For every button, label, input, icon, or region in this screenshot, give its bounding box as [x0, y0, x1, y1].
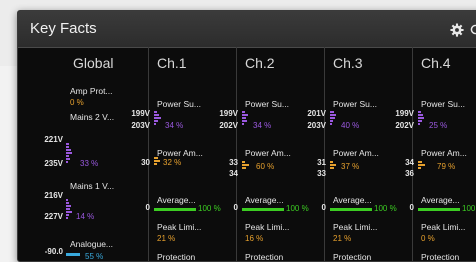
- ch2-ps-histogram: [242, 111, 248, 126]
- mains2-scale-bottom: 235V: [44, 159, 63, 168]
- key-facts-panel: Key Facts Global Amp Prot... 0 % Mains 2…: [17, 10, 476, 262]
- ch4-power-supply-label: Power Su...: [421, 99, 465, 109]
- ch2-peak-limit-value: 16 %: [245, 234, 264, 243]
- ch2-ps-value: 34 %: [253, 121, 272, 130]
- mains2-scale-top: 221V: [44, 135, 63, 144]
- ch4-ps-scale-top: 199V: [395, 109, 414, 118]
- ch4-ps-histogram: [418, 111, 424, 126]
- ch2-peak-limit-label: Peak Limi...: [245, 222, 290, 232]
- ch3-power-supply-label: Power Su...: [333, 99, 377, 109]
- column-divider: [324, 47, 325, 261]
- ch1-average-scale: 0: [145, 203, 150, 212]
- ch1-pa-scale-top: 30: [141, 158, 150, 167]
- ch3-pa-scale-bottom: 33: [317, 169, 326, 178]
- refresh-icon[interactable]: [469, 23, 476, 36]
- ch2-pa-scale-bottom: 34: [229, 169, 238, 178]
- ch2-pa-value: 60 %: [256, 162, 275, 171]
- amp-prot-value: 0 %: [70, 98, 84, 107]
- mains1-value: 14 %: [76, 212, 95, 221]
- ch2-power-supply-label: Power Su...: [245, 99, 289, 109]
- channel-column-2: Ch.2 Power Su... 199V 202V 34 % Power Am…: [219, 47, 324, 262]
- ch2-power-amp-label: Power Am...: [245, 148, 291, 158]
- ch4-average-label: Average...: [421, 195, 460, 205]
- analogue-value: 55 %: [85, 252, 104, 261]
- ch1-peak-limit-label: Peak Limi...: [157, 222, 202, 232]
- ch4-pa-histogram: [418, 161, 425, 170]
- column-header-global: Global: [73, 55, 114, 71]
- column-header-ch1: Ch.1: [157, 55, 187, 71]
- ch2-average-label: Average...: [245, 195, 284, 205]
- ch1-ps-histogram: [154, 111, 161, 126]
- channel-column-4: Ch.4 Power Su... 199V 202V 25 % Power Am…: [395, 47, 476, 262]
- mains2-label: Mains 2 V...: [70, 112, 115, 122]
- channel-column-1: Ch.1 Power Su... 199V 203V 34 % Power Am…: [131, 47, 236, 262]
- column-divider: [412, 47, 413, 261]
- global-column: Global Amp Prot... 0 % Mains 2 V... 221V…: [18, 47, 148, 261]
- ch4-peak-limit-value: 0 %: [421, 234, 435, 243]
- ch4-ps-value: 25 %: [429, 121, 448, 130]
- ch2-protection-label: Protection: [245, 252, 284, 262]
- analogue-scale: -90.0: [44, 247, 63, 256]
- analogue-label: Analogue...: [70, 239, 114, 249]
- ch1-ps-scale-top: 199V: [131, 109, 150, 118]
- ch1-protection-label: Protection: [157, 252, 196, 262]
- ch3-average-scale: 0: [321, 203, 326, 212]
- panel-titlebar[interactable]: Key Facts: [18, 11, 476, 48]
- ch2-average-bar: [242, 208, 284, 211]
- ch4-average-value: 100 %: [462, 204, 476, 213]
- mains2-value: 33 %: [80, 159, 99, 168]
- ch3-pa-scale-top: 31: [317, 158, 326, 167]
- ch4-power-amp-label: Power Am...: [421, 148, 467, 158]
- ch1-pa-value: 32 %: [163, 158, 182, 167]
- ch3-ps-value: 40 %: [341, 121, 360, 130]
- mains1-histogram: [66, 199, 72, 220]
- ch3-peak-limit-value: 21 %: [333, 234, 352, 243]
- ch1-power-amp-label: Power Am...: [157, 148, 203, 158]
- column-header-ch4: Ch.4: [421, 55, 451, 71]
- ch4-average-scale: 0: [409, 203, 414, 212]
- column-header-ch2: Ch.2: [245, 55, 275, 71]
- ch3-pa-histogram: [330, 161, 336, 170]
- ch4-pa-scale-bottom: 36: [405, 169, 414, 178]
- ch1-power-supply-label: Power Su...: [157, 99, 201, 109]
- ch3-average-bar: [330, 208, 372, 211]
- ch1-average-bar: [154, 208, 196, 211]
- column-divider: [236, 47, 237, 261]
- ch4-ps-scale-bottom: 202V: [395, 121, 414, 130]
- ch1-ps-value: 34 %: [165, 121, 184, 130]
- ch4-protection-label: Protection: [421, 252, 460, 262]
- ch3-power-amp-label: Power Am...: [333, 148, 379, 158]
- ch2-ps-scale-top: 199V: [219, 109, 238, 118]
- mains2-histogram: [66, 143, 72, 164]
- ch1-ps-scale-bottom: 203V: [131, 121, 150, 130]
- ch1-pa-histogram: [154, 157, 160, 166]
- ch3-average-label: Average...: [333, 195, 372, 205]
- mains1-scale-top: 216V: [44, 191, 63, 200]
- column-header-ch3: Ch.3: [333, 55, 363, 71]
- ch4-pa-value: 79 %: [437, 162, 456, 171]
- ch2-pa-scale-top: 33: [229, 158, 238, 167]
- ch4-pa-scale-top: 34: [405, 158, 414, 167]
- mains1-scale-bottom: 227V: [44, 212, 63, 221]
- ch1-average-label: Average...: [157, 195, 196, 205]
- ch3-protection-label: Protection: [333, 252, 372, 262]
- ch2-ps-scale-bottom: 202V: [219, 121, 238, 130]
- amp-prot-label: Amp Prot...: [70, 86, 113, 96]
- ch1-peak-limit-value: 21 %: [157, 234, 176, 243]
- channel-column-3: Ch.3 Power Su... 201V 203V 40 % Power Am…: [307, 47, 412, 262]
- ch4-average-bar: [418, 208, 460, 211]
- ch3-peak-limit-label: Peak Limi...: [333, 222, 378, 232]
- column-divider: [148, 47, 149, 261]
- ch3-ps-scale-top: 201V: [307, 109, 326, 118]
- panel-title: Key Facts: [30, 20, 97, 37]
- ch3-ps-scale-bottom: 203V: [307, 121, 326, 130]
- ch2-pa-histogram: [242, 161, 249, 170]
- ch3-ps-histogram: [330, 111, 336, 126]
- ch2-average-scale: 0: [233, 203, 238, 212]
- ch4-peak-limit-label: Peak Limi...: [421, 222, 466, 232]
- mains1-label: Mains 1 V...: [70, 181, 115, 191]
- gear-icon[interactable]: [450, 23, 464, 37]
- ch3-pa-value: 37 %: [341, 162, 360, 171]
